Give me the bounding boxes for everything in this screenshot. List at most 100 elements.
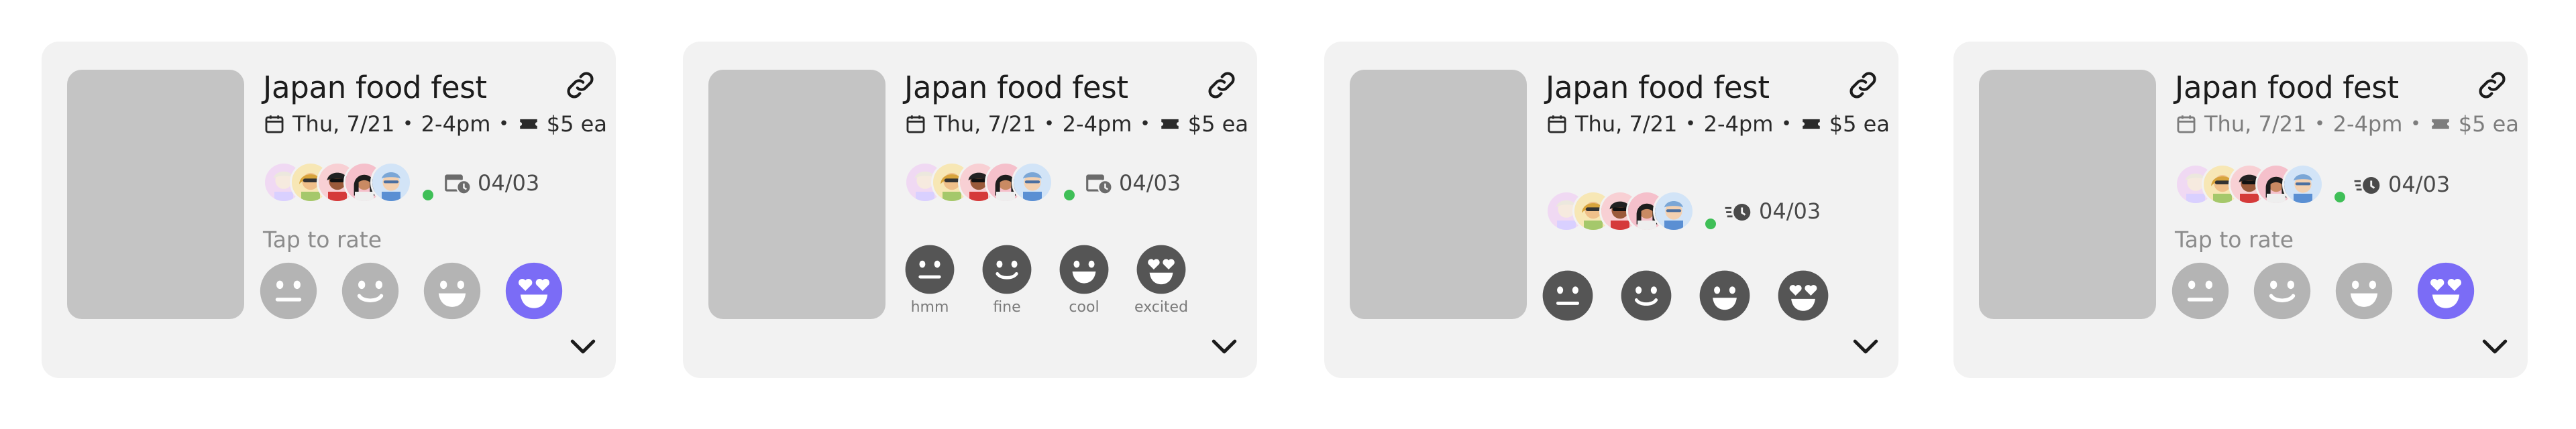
ticket-icon [1159,113,1181,135]
rating-neutral-icon[interactable]: hmm [900,240,959,316]
online-indicator [2333,190,2347,204]
separator-dot: • [498,114,509,134]
event-price: $5 ea [1187,111,1248,137]
event-meta: Thu, 7/21 • 2-4pm • $5 ea [904,110,1248,138]
event-price: $5 ea [546,111,607,137]
event-date: Thu, 7/21 [934,111,1036,137]
face-caption: excited [1134,299,1189,316]
event-card[interactable]: Japan food fest Thu, 7/21 • 2-4pm • $5 e… [683,42,1257,378]
event-thumbnail [1979,70,2156,319]
event-time: 2-4pm [1062,111,1132,137]
separator-dot: • [1685,114,1696,134]
event-card[interactable]: Japan food fest Thu, 7/21 • 2-4pm • $5 e… [1324,42,1898,378]
link-icon[interactable] [2475,68,2509,102]
event-card[interactable]: Japan food fest Thu, 7/21 • 2-4pm • $5 e… [42,42,616,378]
link-icon[interactable] [564,68,597,102]
calendar-icon [1546,113,1568,135]
event-thumbnail [1350,70,1527,319]
event-time: 2-4pm [1703,111,1774,137]
event-card[interactable]: Japan food fest Thu, 7/21 • 2-4pm • $5 e… [1953,42,2528,378]
chevron-down-icon[interactable] [1847,328,1884,365]
face-caption: cool [1069,299,1099,316]
deadline-date: 04/03 [1759,198,1821,224]
attendee-avatars[interactable] [1546,188,1717,235]
online-indicator [1704,217,1717,231]
deadline-date: 04/03 [2388,172,2451,197]
rating-love-icon[interactable]: excited [1132,240,1191,316]
attendee-avatars[interactable] [263,159,435,206]
rate-label: Tap to rate [2175,227,2294,253]
event-date: Thu, 7/21 [292,111,395,137]
calendar-icon [2175,113,2198,135]
rating-smile-icon[interactable] [341,261,400,320]
chevron-down-icon[interactable] [1206,328,1242,365]
separator-dot: • [2314,114,2325,134]
rating-smile-icon[interactable] [2253,261,2312,320]
event-time: 2-4pm [421,111,491,137]
event-meta: Thu, 7/21 • 2-4pm • $5 ea [1546,110,1890,138]
deadline: 04/03 [443,166,539,200]
event-date: Thu, 7/21 [1575,111,1678,137]
online-indicator [421,188,435,202]
rating-grin-icon[interactable] [1699,269,1751,322]
event-thumbnail [708,70,885,319]
event-price: $5 ea [2458,111,2519,137]
deadline-date: 04/03 [1119,170,1181,196]
event-price: $5 ea [1829,111,1890,137]
clock-speed-icon [1724,198,1754,225]
event-title: Japan food fest [2175,70,2399,105]
attendee-avatars[interactable] [2175,161,2347,208]
rating-faces [259,261,564,320]
rating-grin-icon[interactable]: cool [1055,240,1114,316]
deadline: 04/03 [2353,168,2450,201]
calendar-icon [904,113,927,135]
online-indicator [1063,188,1076,202]
attendee-avatars[interactable] [904,159,1076,206]
event-meta: Thu, 7/21 • 2-4pm • $5 ea [2175,110,2519,138]
deadline-date: 04/03 [478,170,540,196]
event-title: Japan food fest [904,70,1128,105]
separator-dot: • [1781,114,1792,134]
deadline: 04/03 [1084,166,1181,200]
avatar [370,162,412,203]
rating-faces [1542,269,1829,322]
separator-dot: • [2410,114,2421,134]
ticket-icon [2429,113,2452,135]
rating-grin-icon[interactable] [423,261,482,320]
event-title: Japan food fest [263,70,487,105]
calendar-icon [263,113,286,135]
rating-smile-icon[interactable]: fine [977,240,1036,316]
rating-love-icon[interactable] [2416,261,2475,320]
event-meta: Thu, 7/21 • 2-4pm • $5 ea [263,110,607,138]
event-thumbnail [67,70,244,319]
rating-neutral-icon[interactable] [259,261,318,320]
face-caption: fine [993,299,1021,316]
rating-grin-icon[interactable] [2334,261,2394,320]
rating-smile-icon[interactable] [1620,269,1672,322]
event-date: Thu, 7/21 [2204,111,2307,137]
link-icon[interactable] [1846,68,1880,102]
calendar-clock-icon [1084,170,1114,196]
ticket-icon [1800,113,1823,135]
event-time: 2-4pm [2332,111,2403,137]
rating-faces [2171,261,2475,320]
event-title: Japan food fest [1546,70,1770,105]
rating-neutral-icon[interactable] [2171,261,2230,320]
separator-dot: • [402,114,413,134]
avatar [2282,164,2324,205]
rating-faces: hmm fine cool excited [900,240,1191,316]
rating-love-icon[interactable] [1777,269,1829,322]
rate-label: Tap to rate [263,227,382,253]
clock-speed-icon [2353,171,2383,198]
separator-dot: • [1140,114,1150,134]
rating-neutral-icon[interactable] [1542,269,1594,322]
deadline: 04/03 [1724,194,1821,228]
link-icon[interactable] [1205,68,1238,102]
avatar [1012,162,1053,203]
rating-love-icon[interactable] [504,261,564,320]
avatar [1653,190,1695,232]
chevron-down-icon[interactable] [565,328,601,365]
calendar-clock-icon [443,170,472,196]
ticket-icon [517,113,540,135]
chevron-down-icon[interactable] [2477,328,2513,365]
